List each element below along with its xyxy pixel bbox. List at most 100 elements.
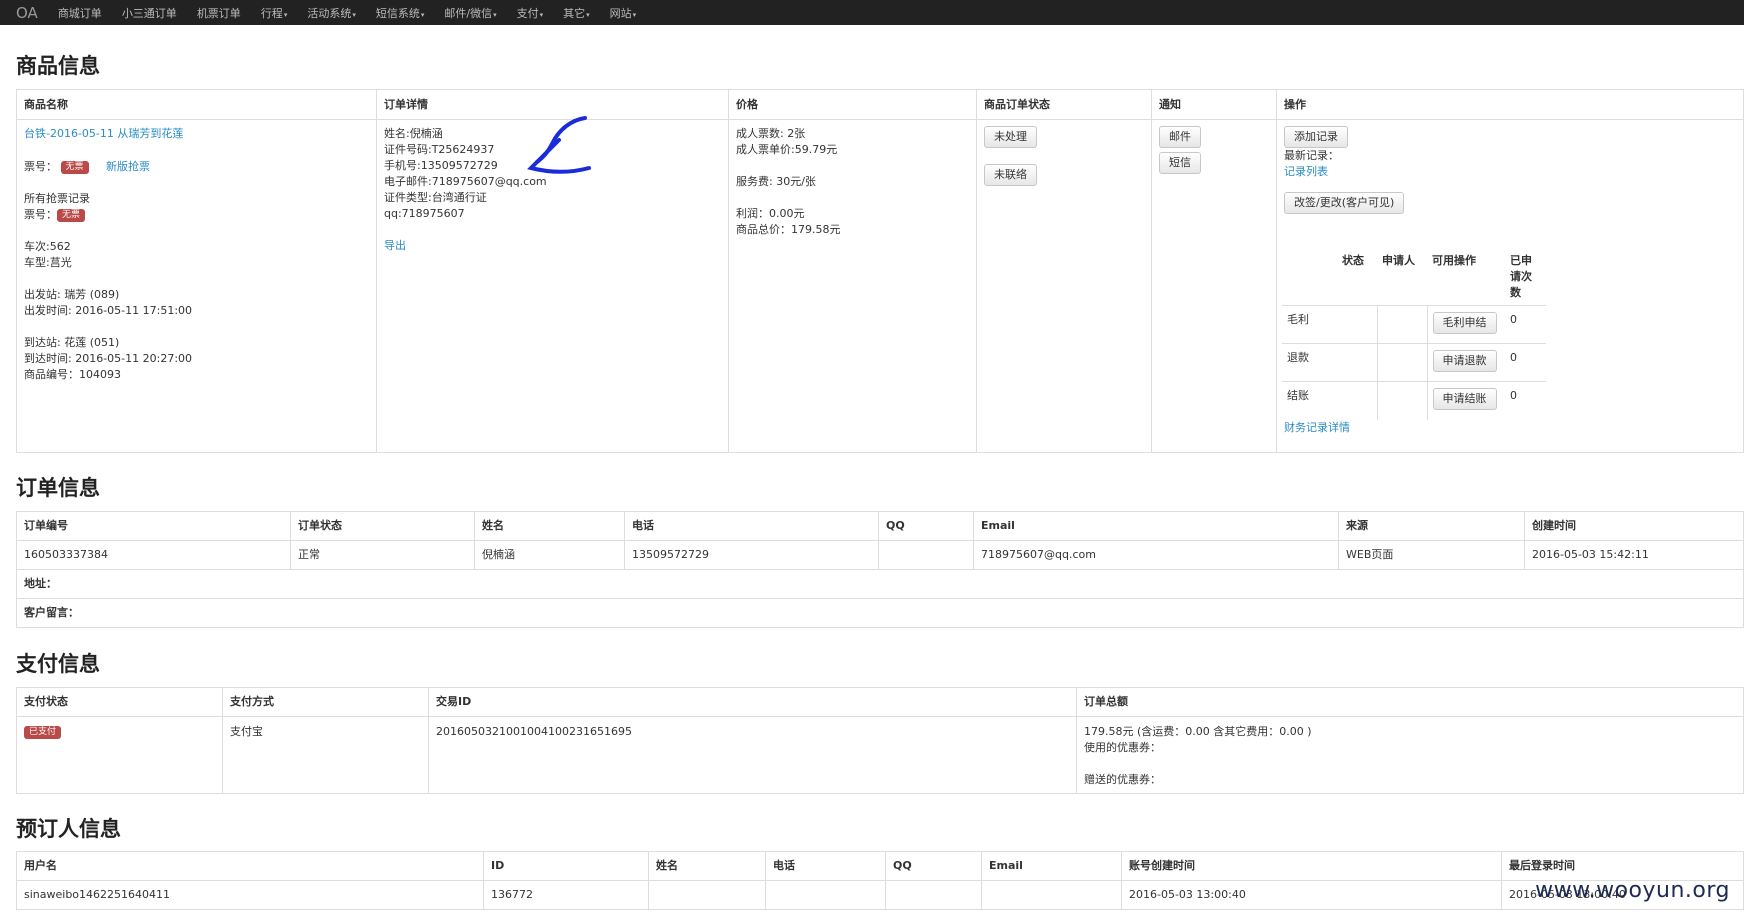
- caret-down-icon: ▾: [586, 10, 590, 19]
- col-header-price: 价格: [728, 89, 977, 120]
- col-header-product-name: 商品名称: [16, 89, 377, 120]
- email-notify-button[interactable]: 邮件: [1159, 126, 1201, 148]
- latest-record-label: 最新记录：: [1284, 149, 1339, 162]
- all-grab-records-label: 所有抢票记录: [24, 192, 90, 205]
- caret-down-icon: ▾: [632, 10, 637, 19]
- booker-name: [648, 880, 766, 910]
- paid-badge: 已支付: [24, 725, 62, 739]
- actions-cell: 添加记录 最新记录： 记录列表 改签/更改(客户可见) 状态 申请人 可用操作 …: [1276, 119, 1744, 453]
- stats-status: [1337, 305, 1377, 344]
- nav-item-flight-orders[interactable]: 机票订单: [197, 5, 241, 21]
- section-title-booker: 预订人信息: [16, 817, 121, 841]
- booker-created-time: 2016-05-03 13:00:40: [1121, 880, 1502, 910]
- booker-qq: [885, 880, 982, 910]
- record-list-link[interactable]: 记录列表: [1284, 164, 1736, 180]
- order-email: 718975607@qq.com: [973, 540, 1339, 570]
- depart-station: 出发站: 瑞芳 (089): [24, 288, 120, 301]
- stats-count: 0: [1505, 343, 1546, 382]
- detail-qq: qq:718975607: [384, 207, 465, 220]
- brand-logo[interactable]: OA: [16, 4, 38, 22]
- stats-count: 0: [1505, 381, 1546, 420]
- booker-header-id: ID: [483, 851, 649, 881]
- add-record-button[interactable]: 添加记录: [1284, 126, 1348, 148]
- nav-item-other[interactable]: 其它▾: [563, 5, 590, 21]
- nav-item-payment[interactable]: 支付▾: [517, 5, 544, 21]
- nav-item-activity[interactable]: 活动系统▾: [307, 5, 356, 21]
- order-header-status: 订单状态: [290, 511, 475, 541]
- stats-action-cell: 申请结账: [1426, 381, 1505, 420]
- stats-row: 退款 申请退款 0: [1282, 343, 1546, 382]
- stats-count: 0: [1505, 305, 1546, 344]
- order-header-id: 订单编号: [16, 511, 291, 541]
- arrive-time: 到达时间: 2016-05-11 20:27:00: [24, 352, 193, 365]
- nav-item-sms[interactable]: 短信系统▾: [376, 5, 425, 21]
- price-cell: 成人票数: 2张 成人票单价:59.79元 服务费: 30元/张 利润：0.00…: [728, 119, 977, 453]
- order-header-name: 姓名: [474, 511, 625, 541]
- payment-header-trade-id: 交易ID: [428, 687, 1077, 717]
- price-service-fee: 服务费: 30元/张: [736, 175, 816, 188]
- gross-profit-settle-button[interactable]: 毛利申结: [1432, 312, 1497, 334]
- booker-phone: [765, 880, 886, 910]
- booker-header-phone: 电话: [765, 851, 886, 881]
- apply-refund-button[interactable]: 申请退款: [1432, 350, 1497, 372]
- nav-item-website[interactable]: 网站▾: [610, 5, 637, 21]
- new-grab-ticket-link[interactable]: 新版抢票: [106, 160, 150, 173]
- order-id: 160503337384: [16, 540, 291, 570]
- nav-item-itinerary[interactable]: 行程▾: [261, 5, 288, 21]
- booker-header-last-login: 最后登录时间: [1501, 851, 1744, 881]
- caret-down-icon: ▾: [352, 10, 356, 19]
- sms-notify-button[interactable]: 短信: [1159, 152, 1201, 174]
- uncontacted-button[interactable]: 未联络: [984, 164, 1037, 186]
- order-detail-cell: 姓名:倪楠涵 证件号码:T25624937 手机号:13509572729 电子…: [376, 116, 729, 453]
- price-adult-count: 成人票数: 2张: [736, 127, 806, 140]
- caret-down-icon: ▾: [539, 10, 544, 19]
- notify-cell: 邮件 短信: [1151, 119, 1277, 453]
- stats-header-status: 状态: [1342, 254, 1364, 267]
- order-name: 倪楠涵: [474, 540, 625, 570]
- stats-header-action: 可用操作: [1432, 254, 1476, 267]
- stats-applicant: [1376, 381, 1427, 420]
- booker-header-created: 账号创建时间: [1121, 851, 1502, 881]
- booker-header-qq: QQ: [885, 851, 982, 881]
- booker-header-name: 姓名: [648, 851, 766, 881]
- payment-total-cell: 179.58元 (含运费：0.00 含其它费用：0.00 ) 使用的优惠券： 赠…: [1076, 716, 1744, 794]
- stats-label: 退款: [1282, 343, 1337, 382]
- change-visible-button[interactable]: 改签/更改(客户可见): [1284, 192, 1405, 214]
- order-table: 订单编号 订单状态 姓名 电话 QQ Email 来源 创建时间 1605033…: [16, 511, 1744, 628]
- order-source: WEB页面: [1338, 540, 1525, 570]
- stats-action-cell: 毛利申结: [1426, 305, 1505, 344]
- detail-id-type: 证件类型:台湾通行证: [384, 191, 487, 204]
- coupon-gift-label: 赠送的优惠券：: [1084, 773, 1161, 786]
- unprocessed-button[interactable]: 未处理: [984, 126, 1037, 148]
- booker-table: 用户名 ID 姓名 电话 QQ Email 账号创建时间 最后登录时间 sina…: [16, 851, 1744, 910]
- price-profit: 利润：0.00元: [736, 207, 805, 220]
- export-link[interactable]: 导出: [384, 238, 721, 254]
- order-address-label: 地址：: [16, 569, 1744, 599]
- handwritten-arrow-annotation: [527, 116, 591, 174]
- order-status: 正常: [290, 540, 475, 570]
- order-created-time: 2016-05-03 15:42:11: [1524, 540, 1744, 570]
- product-name-cell: 台铁-2016-05-11 从瑞芳到花莲 票号： 无票 新版抢票 所有抢票记录 …: [16, 119, 377, 453]
- nav-item-minithree-orders[interactable]: 小三通订单: [122, 5, 177, 21]
- finance-stats-table: 状态 申请人 可用操作 已申请次数 毛利 毛利申结 0 退款 申请退款 0 结账…: [1282, 249, 1546, 420]
- price-adult-unit: 成人票单价:59.79元: [736, 143, 838, 156]
- no-ticket-badge: 无票: [60, 160, 89, 174]
- stats-status: [1337, 381, 1377, 420]
- stats-label: 毛利: [1282, 305, 1337, 344]
- payment-method: 支付宝: [222, 716, 429, 794]
- nav-item-mall-orders[interactable]: 商城订单: [58, 5, 102, 21]
- top-navbar: OA 商城订单 小三通订单 机票订单 行程▾ 活动系统▾ 短信系统▾ 邮件/微信…: [0, 0, 1744, 25]
- nav-item-mail-wechat[interactable]: 邮件/微信▾: [444, 5, 496, 21]
- order-header-qq: QQ: [878, 511, 974, 541]
- apply-checkout-button[interactable]: 申请结账: [1432, 388, 1497, 410]
- coupon-used-label: 使用的优惠券：: [1084, 741, 1161, 754]
- stats-row: 结账 申请结账 0: [1282, 381, 1546, 420]
- finance-record-detail-link[interactable]: 财务记录详情: [1284, 420, 1736, 436]
- booker-header-email: Email: [981, 851, 1122, 881]
- stats-applicant: [1376, 343, 1427, 382]
- product-name-link[interactable]: 台铁-2016-05-11 从瑞芳到花莲: [24, 126, 369, 142]
- section-title-product: 商品信息: [16, 54, 100, 78]
- price-total: 商品总价：179.58元: [736, 223, 841, 236]
- train-type: 车型:莒光: [24, 256, 72, 269]
- table-row: 160503337384 正常 倪楠涵 13509572729 71897560…: [16, 540, 1744, 570]
